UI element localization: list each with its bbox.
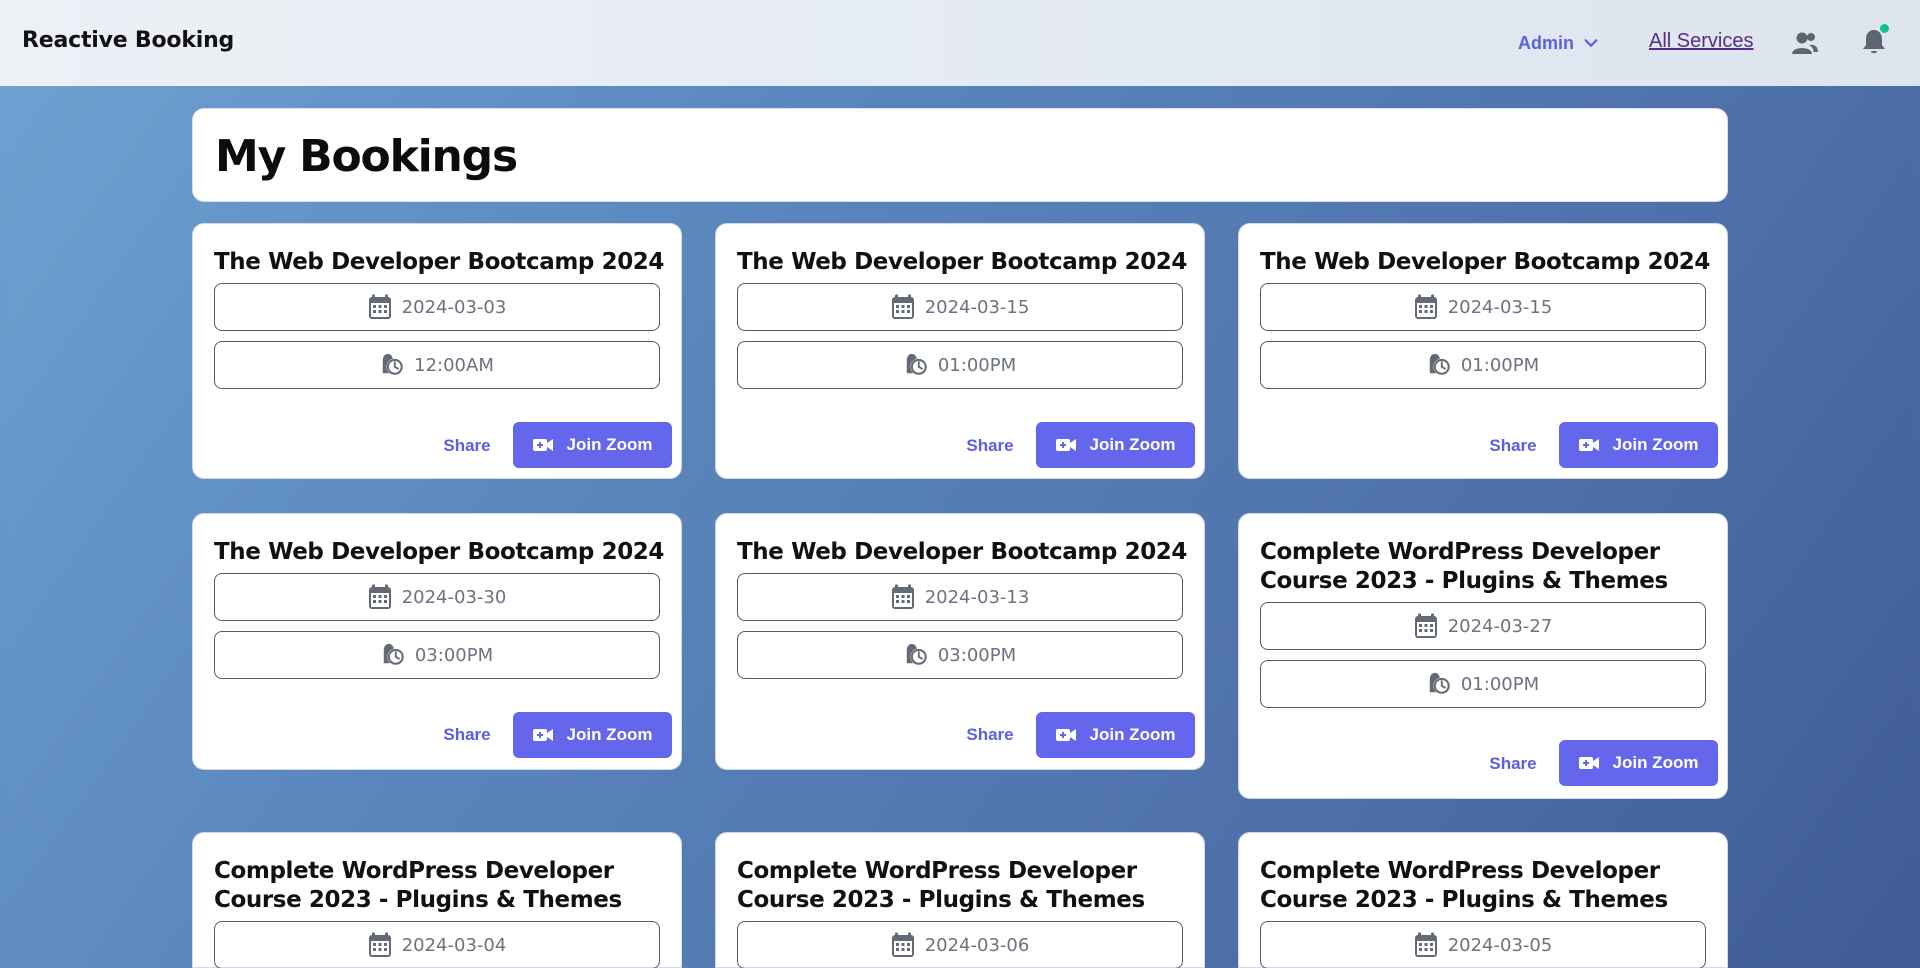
booking-time: 03:00PM (414, 644, 494, 666)
booking-date: 2024-03-03 (401, 296, 507, 318)
booking-time: 01:00PM (1460, 673, 1540, 695)
join-zoom-button[interactable]: Join Zoom (513, 422, 672, 468)
booking-title: Complete WordPress Developer Course 2023… (1260, 539, 1668, 594)
booking-date: 2024-03-30 (401, 586, 507, 608)
app-title[interactable]: Reactive Booking (22, 28, 234, 53)
time-field: 03:00PM (737, 631, 1183, 679)
video-plus-icon (1579, 755, 1599, 771)
calendar-icon (368, 294, 392, 320)
booking-title: Complete WordPress Developer Course 2023… (737, 858, 1145, 913)
all-services-link[interactable]: All Services (1649, 30, 1753, 53)
time-field: 01:00PM (1260, 341, 1706, 389)
video-plus-icon (1056, 437, 1076, 453)
booking-time: 01:00PM (937, 354, 1017, 376)
booking-card: The Web Developer Bootcamp 2024 2024-03-… (192, 223, 682, 479)
booking-title: Complete WordPress Developer Course 2023… (214, 858, 622, 913)
booking-time: 12:00AM (414, 354, 494, 376)
booking-title: The Web Developer Bootcamp 2024 (737, 539, 1188, 565)
calendar-icon (1414, 932, 1438, 958)
calendar-icon (1414, 294, 1438, 320)
join-zoom-label: Join Zoom (1612, 753, 1699, 772)
time-field: 03:00PM (214, 631, 660, 679)
date-field: 2024-03-03 (214, 283, 660, 331)
booking-card: Complete WordPress Developer Course 2023… (1238, 832, 1728, 968)
video-plus-icon (1579, 437, 1599, 453)
calendar-icon (368, 584, 392, 610)
booking-date: 2024-03-27 (1447, 615, 1553, 637)
booking-card: Complete WordPress Developer Course 2023… (192, 832, 682, 968)
join-zoom-label: Join Zoom (566, 435, 653, 454)
share-button[interactable]: Share (437, 426, 497, 466)
join-zoom-label: Join Zoom (1089, 725, 1176, 744)
booking-card: The Web Developer Bootcamp 2024 2024-03-… (715, 513, 1205, 770)
clock-icon (380, 352, 404, 378)
join-zoom-label: Join Zoom (1612, 435, 1699, 454)
booking-title: The Web Developer Bootcamp 2024 (214, 539, 665, 565)
booking-card: Complete WordPress Developer Course 2023… (1238, 513, 1728, 799)
booking-card: The Web Developer Bootcamp 2024 2024-03-… (715, 223, 1205, 479)
calendar-icon (891, 932, 915, 958)
page-header-card: My Bookings (192, 108, 1728, 202)
clock-icon (1427, 352, 1451, 378)
date-field: 2024-03-27 (1260, 602, 1706, 650)
booking-date: 2024-03-15 (924, 296, 1030, 318)
join-zoom-label: Join Zoom (566, 725, 653, 744)
top-navbar: Reactive Booking Admin All Services (0, 0, 1920, 86)
time-field: 01:00PM (737, 341, 1183, 389)
join-zoom-button[interactable]: Join Zoom (1559, 740, 1718, 786)
admin-dropdown[interactable]: Admin (1518, 30, 1600, 56)
booking-time: 03:00PM (937, 644, 1017, 666)
date-field: 2024-03-13 (737, 573, 1183, 621)
booking-time: 01:00PM (1460, 354, 1540, 376)
date-field: 2024-03-15 (1260, 283, 1706, 331)
booking-date: 2024-03-04 (401, 934, 507, 956)
join-zoom-button[interactable]: Join Zoom (513, 712, 672, 758)
booking-title: Complete WordPress Developer Course 2023… (1260, 858, 1668, 913)
calendar-icon (368, 932, 392, 958)
date-field: 2024-03-04 (214, 921, 660, 968)
join-zoom-label: Join Zoom (1089, 435, 1176, 454)
share-button[interactable]: Share (960, 715, 1020, 755)
page-title: My Bookings (215, 131, 518, 182)
users-icon[interactable] (1791, 30, 1819, 56)
share-button[interactable]: Share (1483, 426, 1543, 466)
clock-icon (1427, 671, 1451, 697)
video-plus-icon (1056, 727, 1076, 743)
booking-title: The Web Developer Bootcamp 2024 (214, 249, 665, 275)
share-button[interactable]: Share (1483, 744, 1543, 784)
join-zoom-button[interactable]: Join Zoom (1036, 712, 1195, 758)
join-zoom-button[interactable]: Join Zoom (1036, 422, 1195, 468)
share-button[interactable]: Share (437, 715, 497, 755)
date-field: 2024-03-15 (737, 283, 1183, 331)
clock-icon (381, 642, 405, 668)
share-button[interactable]: Share (960, 426, 1020, 466)
booking-card: Complete WordPress Developer Course 2023… (715, 832, 1205, 968)
notification-dot (1880, 24, 1889, 33)
time-field: 12:00AM (214, 341, 660, 389)
admin-label: Admin (1518, 32, 1574, 53)
calendar-icon (891, 294, 915, 320)
booking-title: The Web Developer Bootcamp 2024 (737, 249, 1188, 275)
booking-date: 2024-03-13 (924, 586, 1030, 608)
video-plus-icon (533, 727, 553, 743)
booking-card: The Web Developer Bootcamp 2024 2024-03-… (192, 513, 682, 770)
clock-icon (904, 642, 928, 668)
booking-title: The Web Developer Bootcamp 2024 (1260, 249, 1711, 275)
video-plus-icon (533, 437, 553, 453)
date-field: 2024-03-05 (1260, 921, 1706, 968)
join-zoom-button[interactable]: Join Zoom (1559, 422, 1718, 468)
booking-date: 2024-03-05 (1447, 934, 1553, 956)
booking-date: 2024-03-06 (924, 934, 1030, 956)
date-field: 2024-03-06 (737, 921, 1183, 968)
calendar-icon (891, 584, 915, 610)
date-field: 2024-03-30 (214, 573, 660, 621)
clock-icon (904, 352, 928, 378)
booking-card: The Web Developer Bootcamp 2024 2024-03-… (1238, 223, 1728, 479)
booking-date: 2024-03-15 (1447, 296, 1553, 318)
chevron-down-icon (1584, 39, 1598, 47)
time-field: 01:00PM (1260, 660, 1706, 708)
calendar-icon (1414, 613, 1438, 639)
